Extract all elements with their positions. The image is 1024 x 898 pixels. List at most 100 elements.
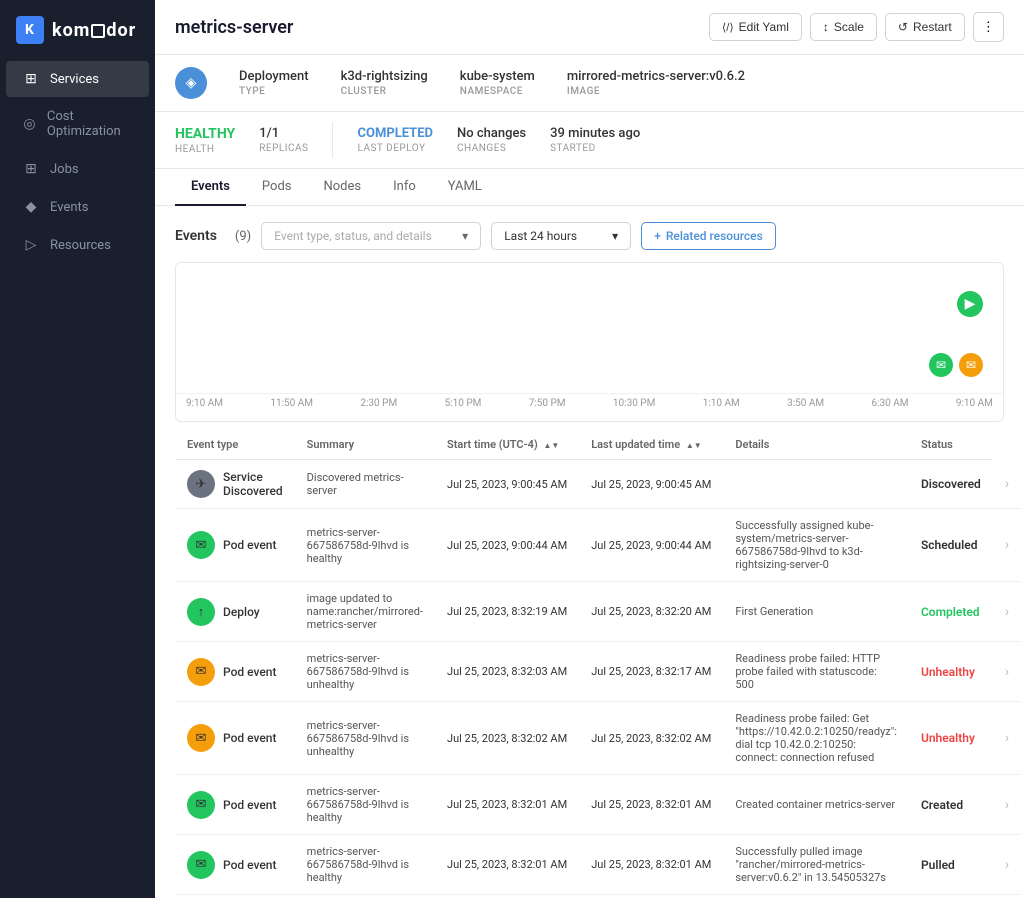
chart-label-3: 5:10 PM <box>445 398 482 409</box>
events-count: (9) <box>235 229 251 244</box>
status-badge: Completed <box>921 605 980 619</box>
event-start-time: Jul 25, 2023, 9:00:45 AM <box>435 460 579 509</box>
edit-yaml-button[interactable]: ⟨/⟩ Edit Yaml <box>709 13 802 41</box>
sidebar-item-events[interactable]: ◆ Events <box>6 189 149 225</box>
chart-label-4: 7:50 PM <box>529 398 566 409</box>
chart-dot-yellow1[interactable]: ✉ <box>959 353 983 377</box>
table-header: Event type Summary Start time (UTC-4) ▲▼… <box>175 430 1021 460</box>
event-last-updated: Jul 25, 2023, 8:32:20 AM <box>579 582 723 642</box>
chart-label-2: 2:30 PM <box>360 398 397 409</box>
chart-dot-green2[interactable]: ✉ <box>929 353 953 377</box>
col-summary: Summary <box>295 430 435 460</box>
event-summary: metrics-server-667586758d-9lhvd is healt… <box>295 835 435 895</box>
tab-yaml[interactable]: YAML <box>432 169 498 206</box>
status-separator <box>332 122 333 158</box>
chart-label-9: 9:10 AM <box>956 398 993 409</box>
event-type-name: Service Discovered <box>223 470 283 498</box>
sidebar-item-label: Jobs <box>50 162 79 177</box>
event-type-filter[interactable]: Event type, status, and details ▾ <box>261 222 481 250</box>
event-summary: image updated to name:rancher/mirrored-m… <box>295 582 435 642</box>
event-summary: metrics-server-667586758d-9lhvd is unhea… <box>295 642 435 702</box>
restart-button[interactable]: ↺ Restart <box>885 13 965 41</box>
table-row[interactable]: ✉ Pod event metrics-server-667586758d-9l… <box>175 702 1021 775</box>
sort-updated-icon: ▲▼ <box>686 442 702 450</box>
cluster-label: CLUSTER <box>341 86 428 97</box>
started-value: 39 minutes ago <box>550 126 640 141</box>
event-details: Successfully assigned kube-system/metric… <box>723 509 909 582</box>
restart-label: Restart <box>913 20 952 34</box>
sidebar-item-cost-optimization[interactable]: ◎ Cost Optimization <box>6 99 149 149</box>
chart-time-labels: 9:10 AM 11:50 AM 2:30 PM 5:10 PM 7:50 PM… <box>176 393 1003 413</box>
events-toolbar: Events (9) Event type, status, and detai… <box>175 222 1004 250</box>
event-details: Started container metrics-server <box>723 895 909 898</box>
event-summary: metrics-server-667586758d-9lhvd is healt… <box>295 509 435 582</box>
status-badge: Pulled <box>921 858 955 872</box>
scale-label: Scale <box>834 20 864 34</box>
time-filter-label: Last 24 hours <box>504 229 577 243</box>
logo-icon: K <box>16 16 44 44</box>
sidebar-item-services[interactable]: ⊞ Services <box>6 61 149 97</box>
status-badge: Unhealthy <box>921 665 975 679</box>
tab-pods[interactable]: Pods <box>246 169 308 206</box>
started-status: 39 minutes ago STARTED <box>550 126 640 154</box>
app-name: komdor <box>52 20 136 41</box>
cost-optimization-icon: ◎ <box>22 116 37 132</box>
table-row[interactable]: ✈ Service Discovered Discovered metrics-… <box>175 460 1021 509</box>
chart-label-0: 9:10 AM <box>186 398 223 409</box>
event-status: Unhealthy <box>909 702 993 775</box>
event-status: Pulled <box>909 835 993 895</box>
started-label: STARTED <box>550 143 640 154</box>
event-icon: ✈ <box>187 470 215 498</box>
tab-bar: Events Pods Nodes Info YAML <box>155 169 1024 206</box>
table-row[interactable]: ✉ Pod event metrics-server-667586758d-9l… <box>175 895 1021 898</box>
replicas-label: REPLICAS <box>259 143 308 154</box>
time-chevron-icon: ▾ <box>612 229 618 243</box>
chart-dot-green[interactable]: ▶ <box>957 291 983 317</box>
main-content: metrics-server ⟨/⟩ Edit Yaml ↕ Scale ↺ R… <box>155 0 1024 898</box>
content-area: Events (9) Event type, status, and detai… <box>155 206 1024 898</box>
event-type-cell: ✉ Pod event <box>175 835 295 895</box>
row-chevron: › <box>993 642 1021 702</box>
status-badge: Created <box>921 798 963 812</box>
tab-info[interactable]: Info <box>377 169 432 206</box>
meta-namespace: kube-system NAMESPACE <box>460 69 535 97</box>
sidebar-item-jobs[interactable]: ⊞ Jobs <box>6 151 149 187</box>
event-icon: ✉ <box>187 658 215 686</box>
replicas-status: 1/1 REPLICAS <box>259 126 308 154</box>
health-label: HEALTH <box>175 144 235 155</box>
tab-nodes[interactable]: Nodes <box>307 169 377 206</box>
scale-button[interactable]: ↕ Scale <box>810 13 877 41</box>
restart-icon: ↺ <box>898 20 908 34</box>
row-chevron: › <box>993 460 1021 509</box>
table-row[interactable]: ✉ Pod event metrics-server-667586758d-9l… <box>175 835 1021 895</box>
table-row[interactable]: ✉ Pod event metrics-server-667586758d-9l… <box>175 509 1021 582</box>
time-filter[interactable]: Last 24 hours ▾ <box>491 222 631 250</box>
table-row[interactable]: ✉ Pod event metrics-server-667586758d-9l… <box>175 642 1021 702</box>
event-status: Unhealthy <box>909 642 993 702</box>
col-status: Status <box>909 430 993 460</box>
event-details <box>723 460 909 509</box>
sidebar-item-resources[interactable]: ▷ Resources <box>6 227 149 263</box>
related-resources-button[interactable]: + Related resources <box>641 222 776 250</box>
event-start-time: Jul 25, 2023, 8:32:01 AM <box>435 895 579 898</box>
replicas-value: 1/1 <box>259 126 308 141</box>
deployment-icon: ◈ <box>175 67 207 99</box>
event-last-updated: Jul 25, 2023, 8:32:01 AM <box>579 835 723 895</box>
tab-events[interactable]: Events <box>175 169 246 206</box>
deployment-type-value: Deployment <box>239 69 309 84</box>
event-start-time: Jul 25, 2023, 9:00:44 AM <box>435 509 579 582</box>
event-last-updated: Jul 25, 2023, 8:32:17 AM <box>579 642 723 702</box>
sidebar-item-label: Events <box>50 200 88 215</box>
related-resources-label: Related resources <box>666 229 763 243</box>
scale-icon: ↕ <box>823 20 829 34</box>
deployment-meta: ◈ Deployment TYPE k3d-rightsizing CLUSTE… <box>155 55 1024 112</box>
event-details: Readiness probe failed: HTTP probe faile… <box>723 642 909 702</box>
event-type-name: Pod event <box>223 665 276 679</box>
last-deploy-value: COMPLETED <box>357 126 433 141</box>
more-options-button[interactable]: ⋮ <box>973 12 1004 42</box>
event-summary: metrics-server-667586758d-9lhvd is unhea… <box>295 702 435 775</box>
table-row[interactable]: ✉ Pod event metrics-server-667586758d-9l… <box>175 775 1021 835</box>
event-details: Readiness probe failed: Get "https://10.… <box>723 702 909 775</box>
table-row[interactable]: ↑ Deploy image updated to name:rancher/m… <box>175 582 1021 642</box>
chart-label-6: 1:10 AM <box>703 398 740 409</box>
